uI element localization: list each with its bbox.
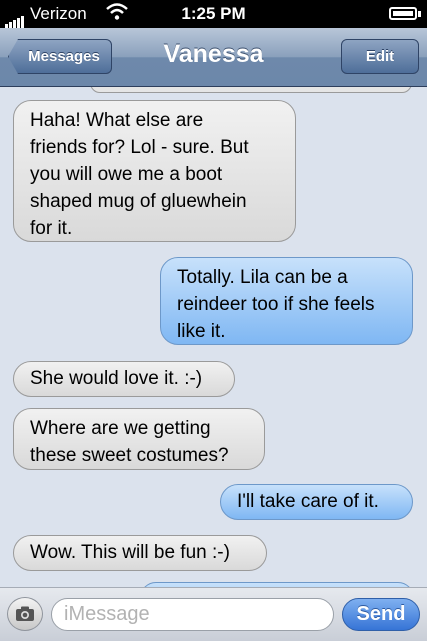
message-bubble-outgoing[interactable]: Totally. Lila can be a reindeer too if s… <box>160 257 413 345</box>
message-bubble-incoming[interactable]: Haha! What else are friends for? Lol - s… <box>13 100 296 242</box>
imessage-input[interactable]: iMessage <box>51 598 334 631</box>
partial-message-bubble <box>90 87 412 93</box>
send-button[interactable]: Send <box>342 598 420 631</box>
message-bubble-outgoing[interactable]: I'll take care of it. <box>220 484 413 520</box>
navigation-bar: Messages Vanessa Edit <box>0 28 427 87</box>
message-bubble-incoming[interactable]: She would love it. :-) <box>13 361 235 397</box>
battery-tip <box>418 11 421 17</box>
camera-icon[interactable] <box>7 597 43 631</box>
message-bubble-incoming[interactable]: Wow. This will be fun :-) <box>13 535 267 571</box>
message-bubble-incoming[interactable]: Where are we getting these sweet costume… <box>13 408 265 470</box>
conversation-thread[interactable]: Haha! What else are friends for? Lol - s… <box>0 87 427 587</box>
message-input-bar: iMessage Send <box>0 587 427 641</box>
edit-button[interactable]: Edit <box>341 39 419 74</box>
status-time: 1:25 PM <box>181 4 246 23</box>
battery-icon <box>389 7 417 20</box>
status-bar: Verizon 1:25 PM <box>0 0 427 28</box>
